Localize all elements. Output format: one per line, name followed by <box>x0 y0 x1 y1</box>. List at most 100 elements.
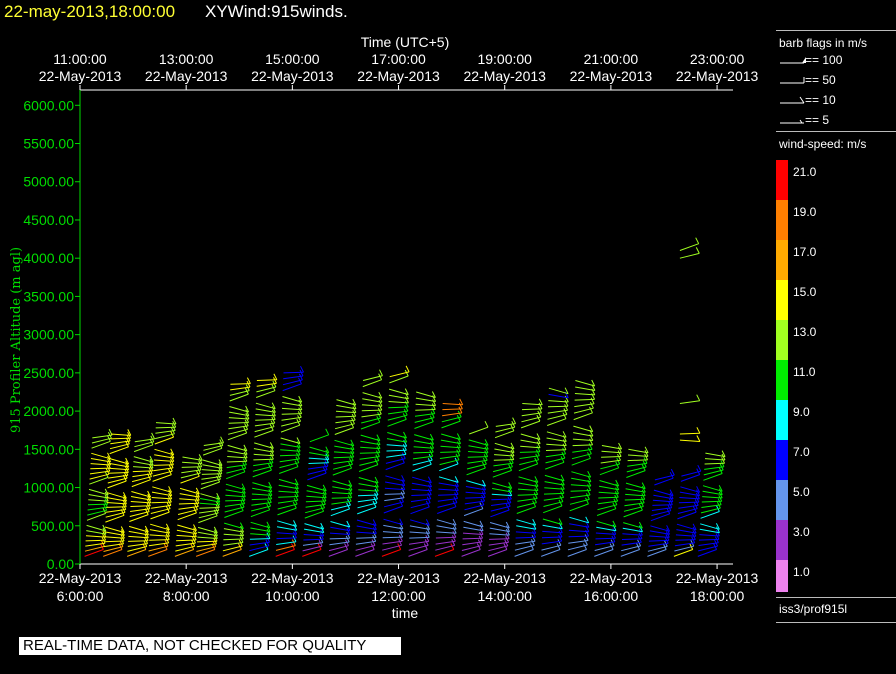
wind-barb <box>199 502 220 506</box>
wind-barb <box>547 418 567 426</box>
barb-label-10: == 10 <box>805 93 836 107</box>
wind-barb <box>389 375 409 384</box>
wind-barb-flag <box>379 369 383 376</box>
wind-barb <box>545 461 565 470</box>
wind-barb <box>110 433 131 436</box>
wind-barb <box>698 538 720 541</box>
wind-barb <box>282 383 302 392</box>
wind-barb <box>276 537 297 540</box>
wind-barb <box>521 412 542 417</box>
wind-barb <box>251 498 272 501</box>
wind-barb <box>355 549 375 557</box>
y-tick-label: 3000.00 <box>23 327 74 343</box>
wind-barb <box>197 536 218 539</box>
wind-barb <box>679 243 699 251</box>
colorbar-swatch <box>776 160 788 200</box>
wind-barb-flag <box>533 496 537 503</box>
x-tick-date: 22-May-2013 <box>39 570 122 586</box>
wind-barb <box>357 506 377 515</box>
wind-barb <box>279 454 301 457</box>
wind-barb <box>308 465 328 470</box>
wind-barb-flag <box>398 539 403 546</box>
wind-barb <box>547 409 568 414</box>
top-tick-date: 22-May-2013 <box>676 68 759 84</box>
wind-barb <box>92 434 113 439</box>
top-tick-time: 15:00:00 <box>265 51 320 67</box>
wind-barb <box>331 500 352 505</box>
wind-barb <box>278 496 299 498</box>
wind-barb <box>309 434 329 443</box>
wind-barb <box>330 508 350 517</box>
colorbar-swatch <box>776 200 788 240</box>
wind-barb <box>384 497 405 502</box>
x-tick-time: 12:00:00 <box>371 588 426 604</box>
wind-barb-flag <box>557 539 562 546</box>
wind-barb <box>228 422 249 424</box>
wind-barb-flag <box>587 452 591 459</box>
wind-barb <box>490 509 510 518</box>
wind-barb-flag <box>695 237 700 244</box>
wind-barb <box>442 408 463 411</box>
wind-barb <box>197 540 218 543</box>
wind-barb <box>573 407 594 414</box>
wind-barb <box>178 502 199 505</box>
wind-barb <box>596 508 617 516</box>
wind-barb <box>569 523 589 528</box>
wind-barb <box>200 478 221 485</box>
wind-barb <box>434 549 454 557</box>
wind-barb <box>226 460 247 463</box>
wind-barb <box>514 549 534 557</box>
wind-barb <box>386 453 407 458</box>
wind-barb <box>389 371 410 378</box>
wind-barb <box>255 419 276 421</box>
wind-barb <box>543 492 565 495</box>
wind-barb <box>595 537 616 540</box>
wind-barb <box>627 462 648 467</box>
wind-barb <box>547 405 569 408</box>
wind-barb <box>545 453 566 458</box>
wind-barbs <box>84 237 726 557</box>
top-tick-time: 13:00:00 <box>159 51 214 67</box>
wind-barb <box>384 493 405 495</box>
wind-barb <box>198 512 219 519</box>
wind-barb <box>516 502 537 508</box>
wind-barb <box>621 538 643 540</box>
barb-legend-item: == 100 <box>780 53 843 67</box>
x-tick-time: 6:00:00 <box>57 588 104 604</box>
wind-barb <box>199 507 220 509</box>
wind-barb <box>382 544 402 551</box>
barb-legend: == 100 == 50 == 10 == 5 <box>780 53 843 127</box>
wind-barb <box>333 460 354 464</box>
top-tick-time: 21:00:00 <box>584 51 639 67</box>
colorbar-label: 21.0 <box>793 165 817 179</box>
wind-profiler-chart: 0.00500.001000.001500.002000.002500.0030… <box>9 34 759 621</box>
y-tick-label: 4500.00 <box>23 212 74 228</box>
wind-barb <box>541 536 563 539</box>
wind-barb <box>574 403 595 408</box>
wind-barb <box>594 549 614 557</box>
wind-barb <box>277 499 298 504</box>
wind-barb <box>439 463 459 472</box>
wind-barb <box>679 400 700 404</box>
wind-barb <box>574 398 595 401</box>
wind-barb <box>283 371 304 374</box>
top-tick-date: 22-May-2013 <box>145 68 228 84</box>
top-tick-date: 22-May-2013 <box>357 68 440 84</box>
wind-barb <box>355 540 376 545</box>
top-axis-title: Time (UTC+5) <box>361 34 450 50</box>
wind-barb <box>493 462 514 467</box>
wind-barb <box>277 507 297 516</box>
colorbar-label: 7.0 <box>793 445 810 459</box>
wind-barb <box>335 419 356 424</box>
wind-barb <box>361 413 382 418</box>
wind-barb <box>151 501 172 504</box>
wind-barb-flag <box>451 539 456 546</box>
y-tick-label: 4000.00 <box>23 250 74 266</box>
wind-barb <box>461 549 481 557</box>
wind-barb <box>153 464 174 466</box>
wind-barb <box>329 537 350 540</box>
x-tick-date: 22-May-2013 <box>145 570 228 586</box>
wind-barb <box>85 539 106 542</box>
wind-barb <box>133 466 154 469</box>
y-tick-label: 3500.00 <box>23 288 74 304</box>
